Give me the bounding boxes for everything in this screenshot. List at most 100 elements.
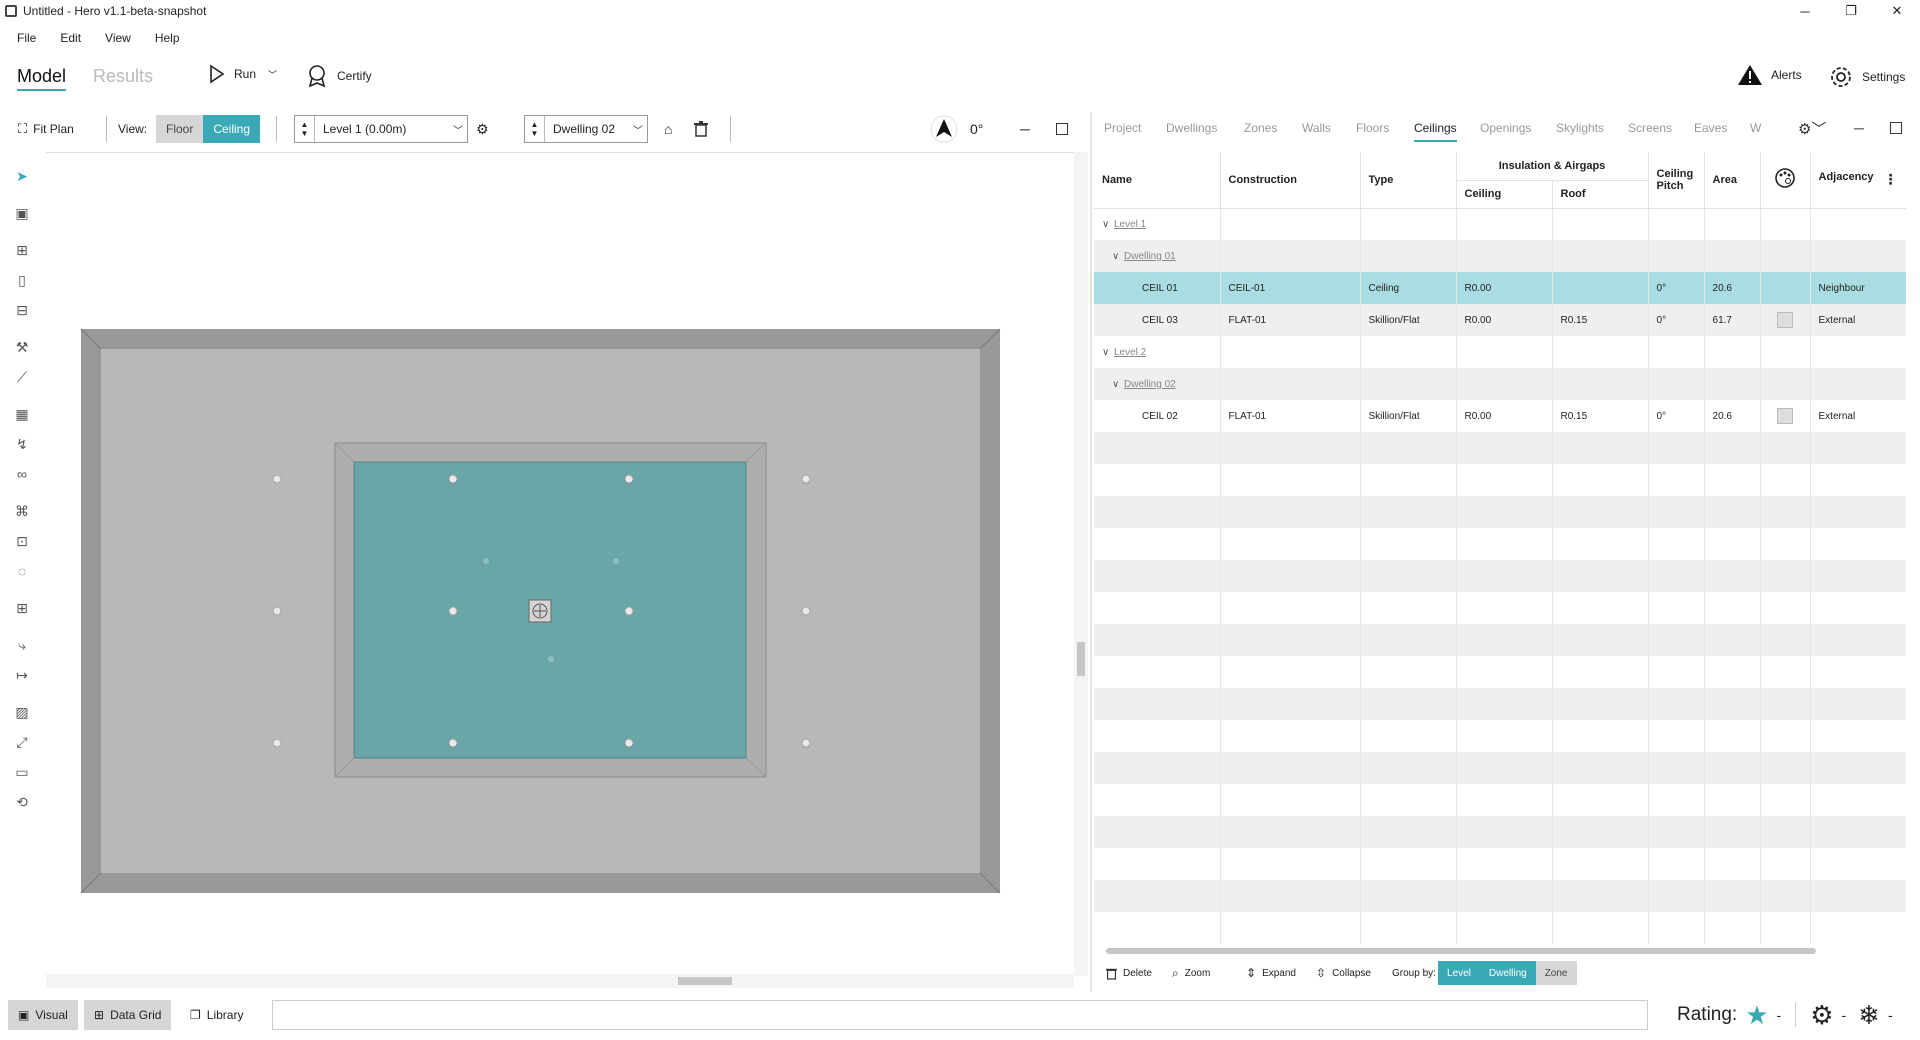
settings-button[interactable]: Settings	[1828, 64, 1905, 90]
line-tool-icon[interactable]: ⟋	[12, 367, 32, 387]
cell-adjacency[interactable]: External	[1810, 304, 1906, 336]
ruler-tool-icon[interactable]: ▭	[12, 762, 32, 782]
rotate-tool-icon[interactable]: ⟲	[12, 792, 32, 812]
table-row[interactable]: CEIL 03 FLAT-01 Skillion/Flat R0.00 R0.1…	[1094, 304, 1906, 336]
library-tab[interactable]: ❐ Library	[180, 1000, 253, 1030]
cell-construction[interactable]: FLAT-01	[1220, 400, 1361, 432]
close-button[interactable]: ✕	[1874, 0, 1920, 22]
north-arrow-button[interactable]	[930, 112, 958, 146]
cell-name[interactable]: CEIL 03	[1094, 304, 1221, 336]
panel-splitter[interactable]	[1090, 112, 1092, 992]
col-colour[interactable]	[1760, 152, 1811, 209]
cell-type[interactable]: Skillion/Flat	[1360, 400, 1457, 432]
path-tool-icon[interactable]: ⤷	[12, 635, 32, 655]
wall-tool-icon[interactable]: ⊟	[12, 300, 32, 320]
cell-adjacency[interactable]: Neighbour	[1810, 272, 1906, 304]
group-row-level[interactable]: ∨ Level 2	[1094, 336, 1906, 368]
table-tool-icon[interactable]: ⊞	[12, 598, 32, 618]
cell-name[interactable]: CEIL 01	[1094, 272, 1221, 304]
group-label[interactable]: Dwelling 02	[1124, 379, 1176, 390]
zoom-out-button[interactable]: ─	[1020, 112, 1030, 146]
plan-canvas[interactable]	[46, 152, 1074, 976]
tab-project[interactable]: Project	[1104, 112, 1141, 144]
level-spinner[interactable]: ▲ ▼	[295, 116, 315, 142]
vertex-handle[interactable]	[801, 606, 811, 616]
maximize-panel-button[interactable]	[1890, 112, 1902, 144]
col-area[interactable]: Area	[1704, 152, 1761, 209]
vertex-handle[interactable]	[624, 474, 634, 484]
pipe-tool-icon[interactable]: ↯	[12, 434, 32, 454]
cell-colour[interactable]	[1760, 272, 1811, 304]
run-button[interactable]: Run ﹀	[208, 64, 277, 84]
group-row-dwelling[interactable]: ∨ Dwelling 02	[1094, 368, 1906, 400]
alerts-button[interactable]: Alerts	[1737, 64, 1802, 86]
data-grid-tab[interactable]: ⊞ Data Grid	[84, 1000, 172, 1030]
cell-area[interactable]: 20.6	[1704, 272, 1761, 304]
tab-more[interactable]: W	[1750, 112, 1761, 144]
group-label[interactable]: Level 1	[1114, 219, 1146, 230]
midpoint-handle[interactable]	[613, 558, 619, 564]
add-dwelling-button[interactable]: ⌂	[664, 112, 672, 146]
chevron-down-icon[interactable]: ∨	[1112, 251, 1124, 262]
group-by-zone[interactable]: Zone	[1535, 961, 1577, 985]
cell-ceiling-r[interactable]: R0.00	[1456, 400, 1553, 432]
cell-area[interactable]: 20.6	[1704, 400, 1761, 432]
tab-eaves[interactable]: Eaves	[1694, 112, 1727, 144]
collapse-button[interactable]: ⇳ Collapse	[1316, 960, 1371, 986]
tab-results[interactable]: Results	[93, 66, 153, 87]
pattern-tool-icon[interactable]: ▦	[12, 404, 32, 424]
colour-checkbox[interactable]	[1777, 408, 1794, 424]
col-insulation-roof[interactable]: Roof	[1552, 180, 1649, 209]
tab-floors[interactable]: Floors	[1356, 112, 1389, 144]
arrow-tool-icon[interactable]: ↦	[12, 665, 32, 685]
grid-settings-icon[interactable]: ⚙﹀	[1798, 112, 1826, 144]
vertex-handle[interactable]	[272, 474, 282, 484]
cell-adjacency[interactable]: External	[1810, 400, 1906, 432]
cell-roof-r[interactable]: R0.15	[1552, 400, 1649, 432]
maximize-canvas-button[interactable]	[1056, 112, 1068, 146]
chevron-down-icon[interactable]: ﹀	[268, 68, 277, 81]
tab-zones[interactable]: Zones	[1244, 112, 1277, 144]
vertex-handle[interactable]	[448, 738, 458, 748]
midpoint-handle[interactable]	[483, 558, 489, 564]
cell-name[interactable]: CEIL 02	[1094, 400, 1221, 432]
more-vert-icon[interactable]: ⋮	[1884, 171, 1898, 188]
delete-button[interactable]: Delete	[1106, 960, 1152, 986]
cell-type[interactable]: Ceiling	[1360, 272, 1457, 304]
cell-roof-r[interactable]: R0.15	[1552, 304, 1649, 336]
group-by-level[interactable]: Level	[1438, 961, 1480, 985]
group-row-dwelling[interactable]: ∨ Dwelling 01	[1094, 240, 1906, 272]
cell-ceiling-r[interactable]: R0.00	[1456, 272, 1553, 304]
minimize-button[interactable]: ─	[1782, 0, 1828, 22]
col-type[interactable]: Type	[1360, 152, 1457, 209]
cell-type[interactable]: Skillion/Flat	[1360, 304, 1457, 336]
menu-file[interactable]: File	[17, 31, 36, 45]
col-insulation-ceiling[interactable]: Ceiling	[1456, 180, 1553, 209]
cell-colour[interactable]	[1760, 304, 1811, 336]
chevron-down-icon[interactable]: ∨	[1112, 379, 1124, 390]
vertex-handle[interactable]	[448, 606, 458, 616]
cell-pitch[interactable]: 0°	[1648, 400, 1705, 432]
vertex-handle[interactable]	[448, 474, 458, 484]
window-tool-icon[interactable]: ⊡	[12, 531, 32, 551]
cell-colour[interactable]	[1760, 400, 1811, 432]
scale-tool-icon[interactable]: ⤢	[12, 732, 32, 752]
group-label[interactable]: Dwelling 01	[1124, 251, 1176, 262]
command-tool-icon[interactable]: ⌘	[12, 501, 32, 521]
vertex-handle[interactable]	[801, 738, 811, 748]
cell-pitch[interactable]: 0°	[1648, 304, 1705, 336]
vertex-handle[interactable]	[272, 738, 282, 748]
midpoint-handle[interactable]	[548, 656, 554, 662]
restore-button[interactable]: ❐	[1828, 0, 1874, 22]
view-floor-button[interactable]: Floor	[156, 115, 204, 143]
colour-checkbox[interactable]	[1777, 312, 1794, 328]
group-by-dwelling[interactable]: Dwelling	[1479, 961, 1536, 985]
select-tool-icon[interactable]: ➤	[12, 166, 32, 186]
canvas-horizontal-scrollbar[interactable]	[46, 974, 1074, 988]
table-row[interactable]: CEIL 02 FLAT-01 Skillion/Flat R0.00 R0.1…	[1094, 400, 1906, 432]
vertex-handle[interactable]	[801, 474, 811, 484]
group-row-level[interactable]: ∨ Level 1	[1094, 208, 1906, 240]
vertex-handle[interactable]	[272, 606, 282, 616]
room-tool-icon[interactable]: ▣	[12, 203, 32, 223]
door-tool-icon[interactable]: ▯	[12, 270, 32, 290]
